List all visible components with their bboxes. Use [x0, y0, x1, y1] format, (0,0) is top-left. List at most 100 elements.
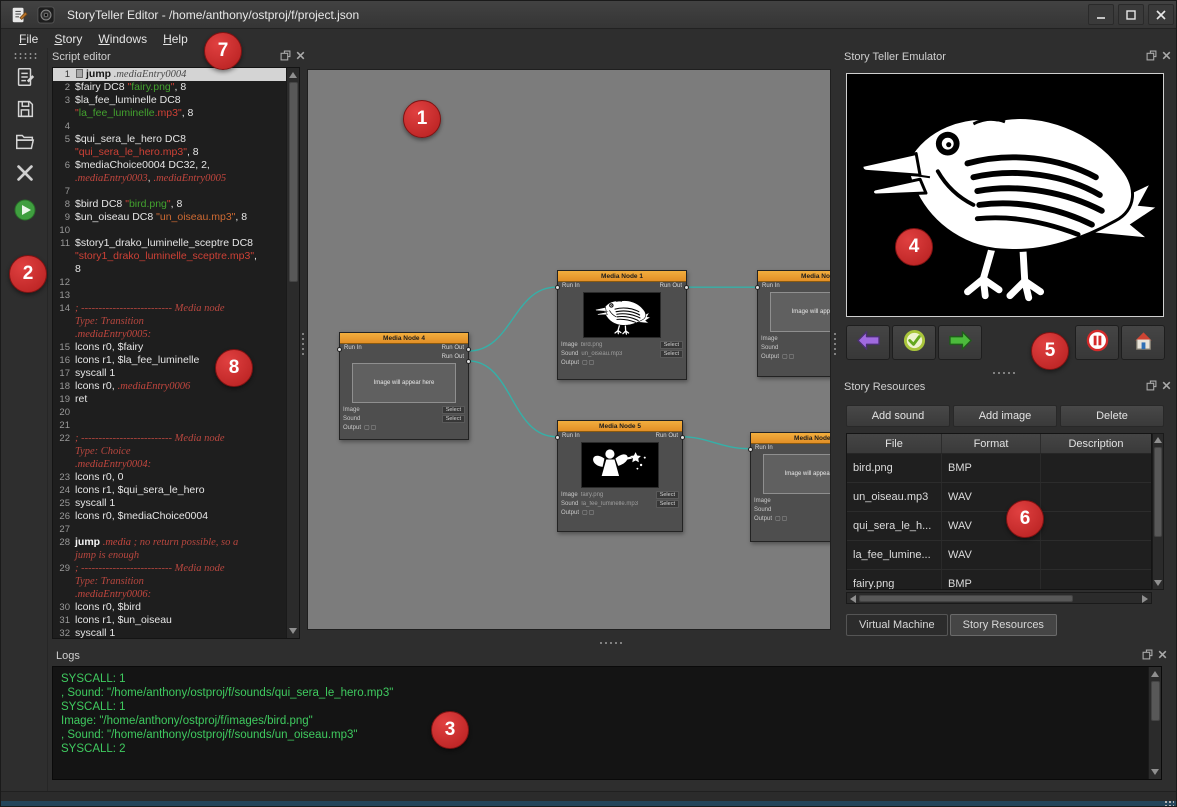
- scroll-up-icon[interactable]: [289, 72, 297, 78]
- table-row[interactable]: bird.pngBMP: [847, 454, 1151, 483]
- script-editor[interactable]: 1jump .mediaEntry00042$fairy DC8 "fairy.…: [52, 67, 300, 639]
- code-line[interactable]: 18lcons r0, .mediaEntry0006: [53, 380, 287, 393]
- code-line[interactable]: Type: Transition: [53, 575, 287, 588]
- output-pin[interactable]: [466, 347, 471, 352]
- resources-table-hscrollbar[interactable]: [846, 592, 1152, 604]
- splitter-handle[interactable]: [834, 343, 836, 345]
- code-line[interactable]: .mediaEntry0006:: [53, 588, 287, 601]
- close-dock-icon[interactable]: [295, 50, 306, 61]
- code-line[interactable]: "story1_drako_luminelle_sceptre.mp3",: [53, 250, 287, 263]
- maximize-button[interactable]: [1118, 4, 1144, 25]
- code-line[interactable]: "la_fee_luminelle.mp3", 8: [53, 107, 287, 120]
- float-dock-icon[interactable]: [1142, 649, 1153, 660]
- code-line[interactable]: 27: [53, 523, 287, 536]
- menu-story[interactable]: Story: [46, 31, 90, 47]
- select-sound-button[interactable]: Select: [442, 415, 465, 423]
- validate-button[interactable]: [892, 325, 936, 360]
- code-line[interactable]: 24lcons r1, $qui_sera_le_hero: [53, 484, 287, 497]
- code-line[interactable]: 15lcons r0, $fairy: [53, 341, 287, 354]
- titlebar[interactable]: StoryTeller Editor - /home/anthony/ostpr…: [1, 1, 1177, 29]
- code-line[interactable]: 12: [53, 276, 287, 289]
- code-line[interactable]: 23lcons r0, 0: [53, 471, 287, 484]
- menu-help[interactable]: Help: [155, 31, 196, 47]
- node-action-icons[interactable]: ▢▢: [782, 353, 795, 360]
- logs-scrollbar[interactable]: [1148, 667, 1161, 779]
- code-line[interactable]: "qui_sera_le_hero.mp3", 8: [53, 146, 287, 159]
- new-script-button[interactable]: [11, 65, 39, 93]
- pause-button[interactable]: [1075, 325, 1119, 360]
- script-editor-scrollbar[interactable]: [286, 68, 299, 638]
- table-row[interactable]: qui_sera_le_h...WAV: [847, 512, 1151, 541]
- resize-grip[interactable]: [1164, 800, 1174, 807]
- column-header-file[interactable]: File: [847, 434, 942, 453]
- code-line[interactable]: .mediaEntry0003, .mediaEntry0005: [53, 172, 287, 185]
- code-line[interactable]: .mediaEntry0004:: [53, 458, 287, 471]
- code-line[interactable]: 14; -------------------------- Media nod…: [53, 302, 287, 315]
- menu-file[interactable]: File: [11, 31, 46, 47]
- code-line[interactable]: .mediaEntry0005:: [53, 328, 287, 341]
- save-button[interactable]: [11, 97, 39, 125]
- select-image-button[interactable]: Select: [442, 406, 465, 414]
- select-image-button[interactable]: Select: [656, 491, 679, 499]
- scroll-left-icon[interactable]: [850, 595, 856, 603]
- media-node[interactable]: Media Node 2Run InRun OutImage will appe…: [757, 270, 831, 377]
- add-sound-button[interactable]: Add sound: [846, 405, 950, 427]
- node-action-icons[interactable]: ▢▢: [364, 424, 377, 431]
- code-line[interactable]: 3$la_fee_luminelle DC8: [53, 94, 287, 107]
- node-action-icons[interactable]: ▢▢: [582, 359, 595, 366]
- resources-table-scrollbar[interactable]: [1152, 433, 1164, 590]
- open-button[interactable]: [11, 129, 39, 157]
- table-row[interactable]: un_oiseau.mp3WAV: [847, 483, 1151, 512]
- code-line[interactable]: 1jump .mediaEntry0004: [53, 68, 287, 81]
- code-line[interactable]: 25syscall 1: [53, 497, 287, 510]
- back-button[interactable]: [846, 325, 890, 360]
- float-dock-icon[interactable]: [1146, 50, 1157, 61]
- toolbar-drag-handle[interactable]: [13, 52, 37, 59]
- select-sound-button[interactable]: Select: [656, 500, 679, 508]
- close-dock-icon[interactable]: [1157, 649, 1168, 660]
- code-line[interactable]: 21: [53, 419, 287, 432]
- tab-story-resources[interactable]: Story Resources: [950, 614, 1057, 636]
- code-line[interactable]: 6$mediaChoice0004 DC32, 2,: [53, 159, 287, 172]
- float-dock-icon[interactable]: [1146, 380, 1157, 391]
- node-graph-canvas[interactable]: Media Node 4Run InRun OutRun OutImage wi…: [307, 69, 831, 630]
- code-line[interactable]: 32syscall 1: [53, 627, 287, 639]
- input-pin[interactable]: [555, 435, 560, 440]
- code-line[interactable]: Type: Transition: [53, 315, 287, 328]
- code-line[interactable]: 9$un_oiseau DC8 "un_oiseau.mp3", 8: [53, 211, 287, 224]
- run-button[interactable]: [11, 198, 39, 226]
- column-header-description[interactable]: Description: [1041, 434, 1151, 453]
- table-row[interactable]: la_fee_lumine...WAV: [847, 541, 1151, 570]
- close-project-button[interactable]: [11, 161, 39, 189]
- code-line[interactable]: 4: [53, 120, 287, 133]
- splitter-handle[interactable]: [302, 343, 304, 345]
- menu-windows[interactable]: Windows: [90, 31, 155, 47]
- node-action-icons[interactable]: ▢▢: [582, 509, 595, 516]
- code-line[interactable]: Type: Choice: [53, 445, 287, 458]
- close-button[interactable]: [1148, 4, 1174, 25]
- media-node[interactable]: Media Node 3Run InRun OutImage will appe…: [750, 432, 831, 542]
- input-pin[interactable]: [555, 285, 560, 290]
- splitter-handle[interactable]: [1003, 372, 1005, 374]
- close-dock-icon[interactable]: [1161, 380, 1172, 391]
- code-line[interactable]: 19ret: [53, 393, 287, 406]
- column-header-format[interactable]: Format: [942, 434, 1041, 453]
- add-image-button[interactable]: Add image: [953, 405, 1057, 427]
- delete-button[interactable]: Delete: [1060, 405, 1164, 427]
- code-line[interactable]: 2$fairy DC8 "fairy.png", 8: [53, 81, 287, 94]
- float-dock-icon[interactable]: [280, 50, 291, 61]
- tab-virtual-machine[interactable]: Virtual Machine: [846, 614, 948, 636]
- code-line[interactable]: 10: [53, 224, 287, 237]
- resources-table[interactable]: FileFormatDescription bird.pngBMPun_oise…: [846, 433, 1152, 590]
- input-pin[interactable]: [748, 447, 753, 452]
- code-line[interactable]: 22; -------------------------- Media nod…: [53, 432, 287, 445]
- node-action-icons[interactable]: ▢▢: [775, 515, 788, 522]
- code-line[interactable]: 7: [53, 185, 287, 198]
- select-image-button[interactable]: Select: [660, 341, 683, 349]
- code-line[interactable]: 29; -------------------------- Media nod…: [53, 562, 287, 575]
- code-line[interactable]: jump is enough: [53, 549, 287, 562]
- minimize-button[interactable]: [1088, 4, 1114, 25]
- output-pin[interactable]: [466, 359, 471, 364]
- code-line[interactable]: 8: [53, 263, 287, 276]
- forward-button[interactable]: [938, 325, 982, 360]
